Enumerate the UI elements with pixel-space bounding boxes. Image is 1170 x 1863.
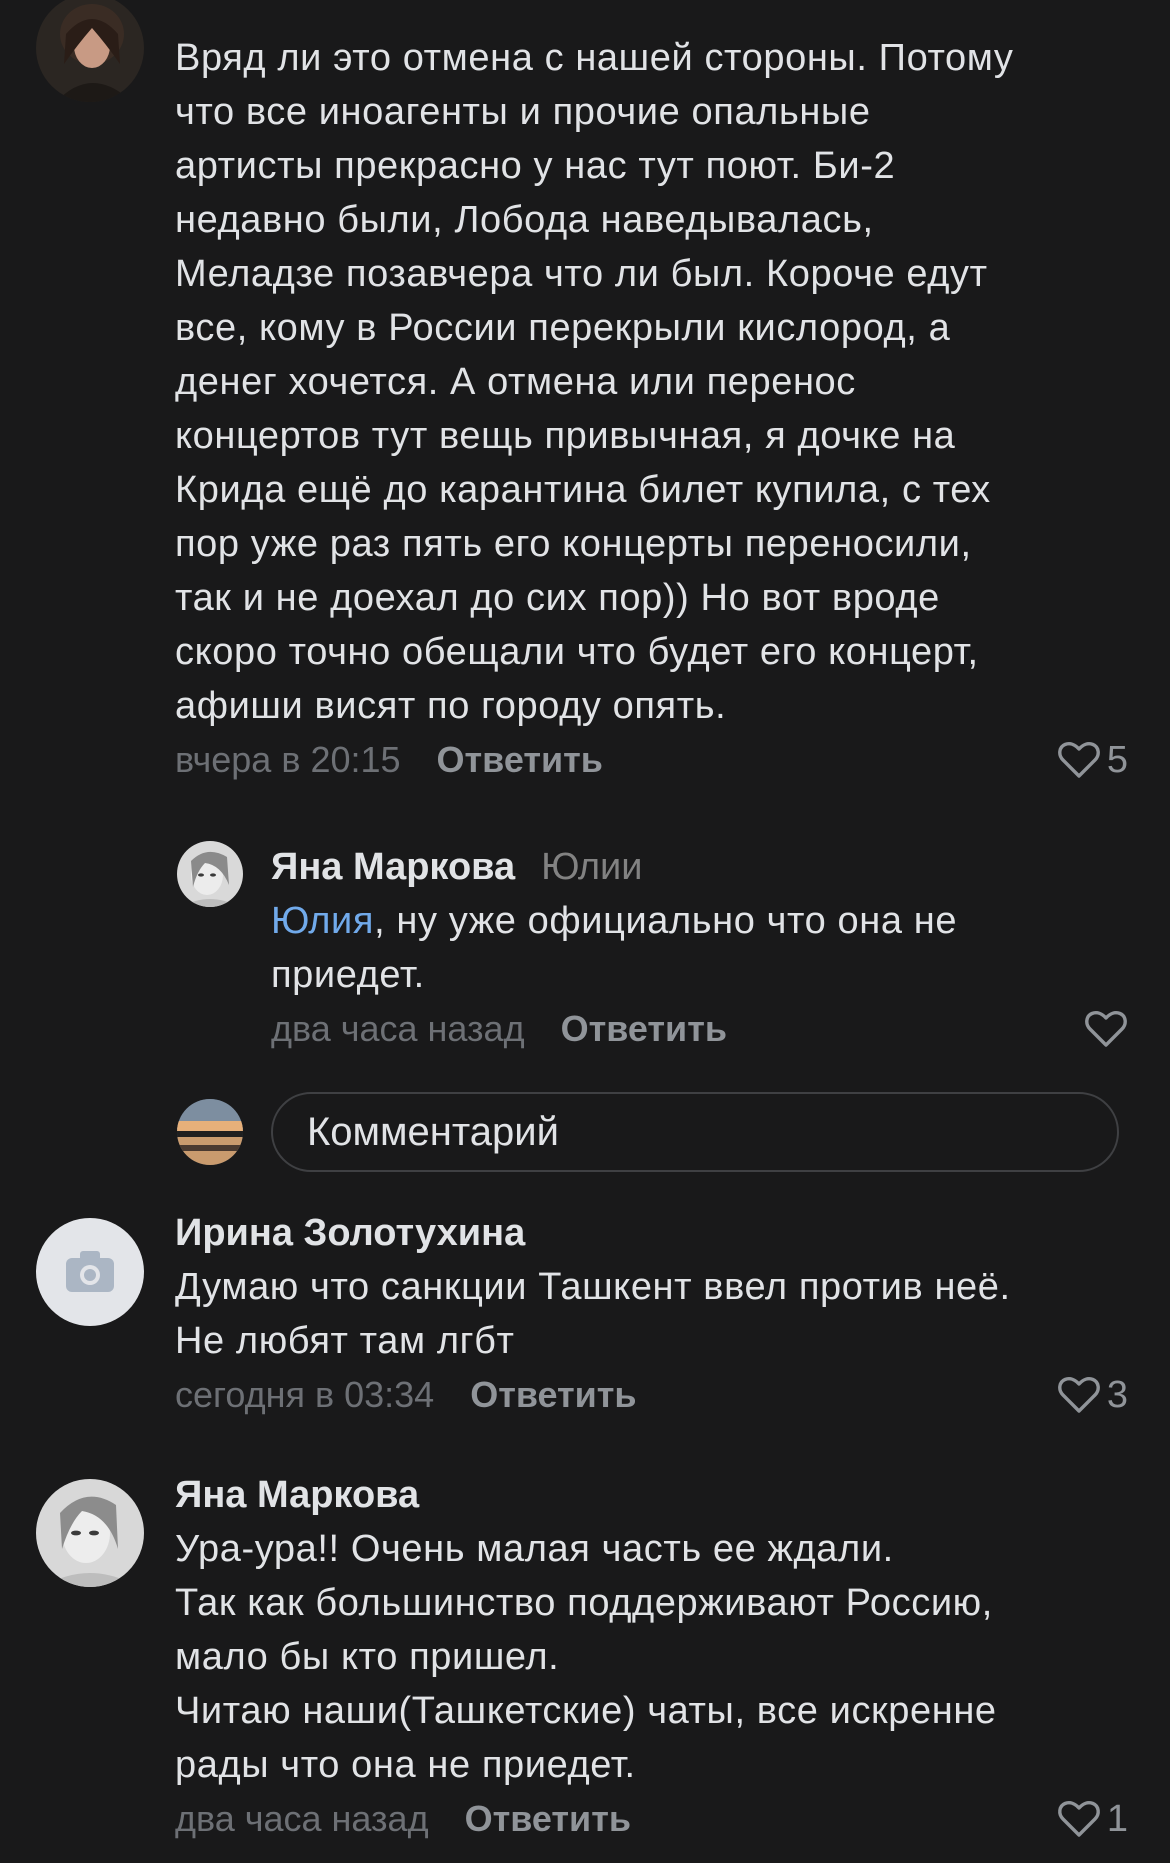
reply-button[interactable]: Ответить	[465, 1798, 631, 1839]
heart-outline-icon	[1058, 1377, 1100, 1413]
like-count: 3	[1106, 1374, 1128, 1416]
heart-outline-icon	[1058, 742, 1100, 778]
comment-text: Юлия, ну уже официально что она не приед…	[271, 894, 1128, 1002]
heart-outline-icon	[1058, 1801, 1100, 1837]
reply-button[interactable]: Ответить	[437, 739, 603, 780]
current-user-avatar[interactable]	[177, 1099, 243, 1165]
comment-text: Думаю что санкции Ташкент ввел против не…	[175, 1266, 1011, 1362]
comment-text-line: , ну уже официально что она не	[374, 900, 958, 942]
comment-composer: Комментарий	[0, 1087, 1170, 1179]
comment-meta: сегодня в 03:34 Ответить 3	[175, 1368, 1128, 1422]
like-count: 5	[1106, 739, 1128, 781]
like-button[interactable]: 1	[1057, 1792, 1128, 1846]
comment-meta: два часа назад Ответить 1	[175, 1792, 1128, 1846]
avatar[interactable]	[36, 1479, 144, 1587]
comment-input[interactable]: Комментарий	[271, 1092, 1119, 1172]
comment-meta: два часа назад Ответить	[271, 1002, 1128, 1056]
like-button[interactable]: 5	[1057, 733, 1128, 787]
avatar[interactable]	[177, 841, 243, 907]
comment-text-line: приедет.	[271, 954, 425, 996]
like-button[interactable]: 3	[1057, 1368, 1128, 1422]
comment-time: два часа назад	[175, 1798, 429, 1839]
reply-button[interactable]: Ответить	[470, 1374, 636, 1415]
comment-author[interactable]: Ирина Золотухина	[175, 1206, 1128, 1260]
comment-meta: вчера в 20:15 Ответить 5	[175, 733, 1128, 787]
like-count: 1	[1106, 1798, 1128, 1840]
cut-off-author-name	[178, 8, 498, 22]
comment-time: два часа назад	[271, 1008, 525, 1049]
comment-author[interactable]: Яна Маркова	[175, 1468, 1128, 1522]
comment-author: Яна Маркова Юлии	[271, 840, 1128, 894]
avatar[interactable]	[36, 1218, 144, 1326]
mention-link[interactable]: Юлия	[271, 900, 374, 942]
reply-button[interactable]: Ответить	[561, 1008, 727, 1049]
avatar[interactable]	[36, 0, 144, 102]
comment-text: Ура-ура!! Очень малая часть ее ждали. Та…	[175, 1528, 997, 1786]
comment-time: сегодня в 03:34	[175, 1374, 435, 1415]
reply-to-label[interactable]: Юлии	[541, 846, 642, 888]
comment-text: Вряд ли это отмена с нашей стороны. Пото…	[175, 37, 1014, 727]
author-name[interactable]: Яна Маркова	[271, 846, 515, 888]
like-button[interactable]	[1084, 1002, 1128, 1056]
comment-time: вчера в 20:15	[175, 739, 401, 780]
heart-outline-icon	[1085, 1011, 1127, 1047]
